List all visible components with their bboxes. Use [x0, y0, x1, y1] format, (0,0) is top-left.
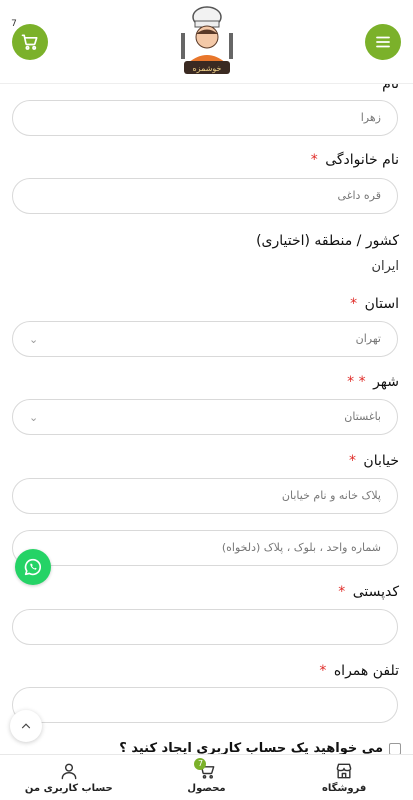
menu-button[interactable]	[365, 24, 401, 60]
chevron-down-icon: ⌄	[29, 411, 39, 424]
nav-item-account[interactable]: حساب کاربری من	[0, 755, 138, 800]
scroll-to-top-button[interactable]	[10, 710, 42, 742]
create-account-label: می خواهید یک حساب کاربری ایجاد کنید ؟	[119, 741, 383, 754]
state-label: استان *	[350, 296, 399, 312]
site-header: 7 خوشمزه	[0, 0, 413, 84]
nav-item-shop[interactable]: فروشگاه	[275, 755, 413, 800]
city-label: شهر * *	[347, 374, 399, 390]
hamburger-menu-icon	[376, 36, 390, 48]
chevron-down-icon: ⌄	[29, 333, 39, 346]
cart-count-badge: 7	[8, 18, 20, 30]
checkout-form: نام زهرا نام خانوادگی * قره داغی کشور / …	[0, 84, 413, 754]
postcode-label: کدپستی *	[338, 584, 399, 600]
country-value: ایران	[371, 259, 399, 274]
chevron-up-icon	[21, 723, 31, 729]
create-account-checkbox[interactable]	[389, 742, 401, 754]
first-name-label: نام	[382, 84, 399, 92]
header-cart-button[interactable]: 7	[8, 18, 48, 60]
first-name-input[interactable]: زهرا	[12, 100, 398, 136]
whatsapp-button[interactable]	[15, 549, 51, 585]
store-icon	[336, 763, 352, 779]
last-name-input[interactable]: قره داغی	[12, 178, 398, 214]
site-logo[interactable]: خوشمزه	[172, 2, 242, 80]
postcode-input[interactable]	[12, 609, 398, 645]
last-name-label: نام خانوادگی *	[310, 152, 399, 168]
bottom-navigation: فروشگاه 7 محصول حساب کاربری من	[0, 754, 413, 800]
cart-icon	[21, 34, 38, 50]
state-select[interactable]: تهران ⌄	[12, 321, 398, 357]
phone-input[interactable]	[12, 687, 398, 723]
country-label: کشور / منطقه (اختیاری)	[256, 233, 399, 249]
nav-item-product[interactable]: 7 محصول	[138, 755, 276, 800]
chef-logo-icon: خوشمزه	[181, 6, 233, 74]
logo-text: خوشمزه	[192, 64, 221, 73]
street-address-2-input[interactable]: شماره واحد ، بلوک ، پلاک (دلخواه)	[12, 530, 398, 566]
street-label: خیابان *	[348, 453, 399, 469]
street-address-input[interactable]: پلاک خانه و نام خیابان	[12, 478, 398, 514]
city-select[interactable]: باغستان ⌄	[12, 399, 398, 435]
create-account-row[interactable]: می خواهید یک حساب کاربری ایجاد کنید ؟	[119, 741, 401, 754]
whatsapp-icon	[24, 558, 42, 576]
phone-label: تلفن همراه *	[319, 663, 399, 679]
user-icon	[61, 763, 77, 780]
